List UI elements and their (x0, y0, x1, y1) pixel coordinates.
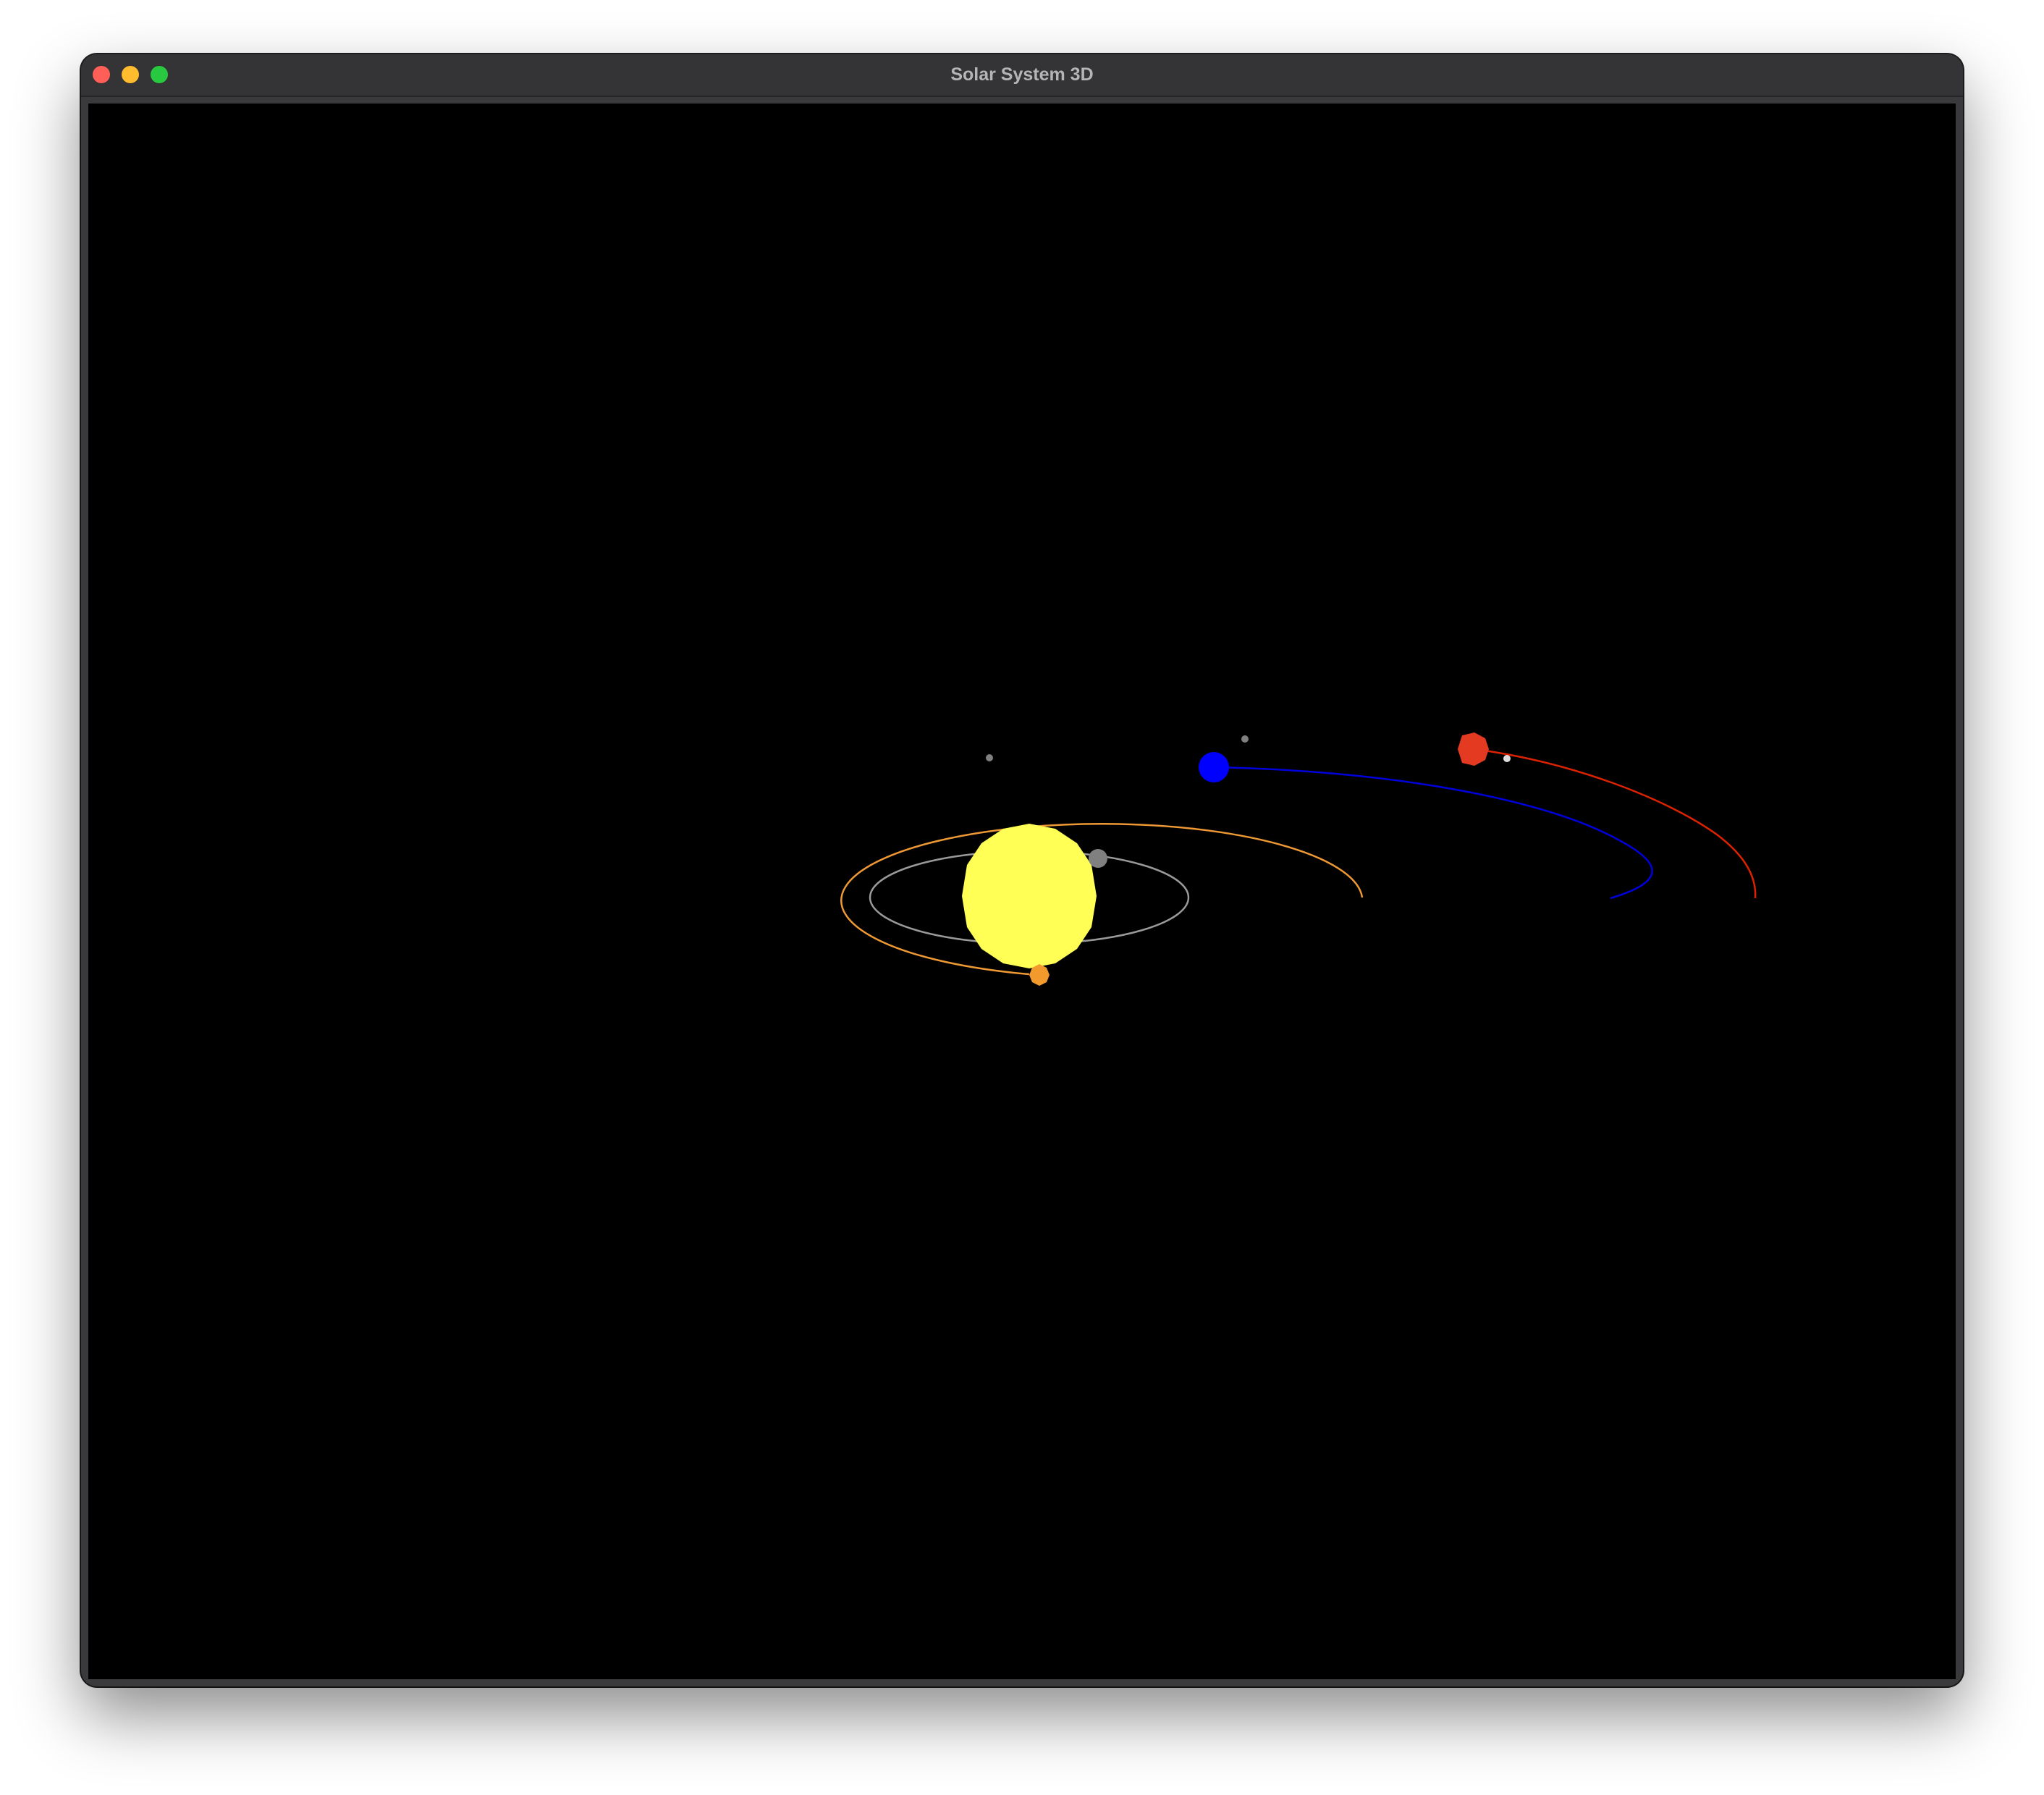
scene-canvas[interactable] (88, 104, 1956, 1679)
earth (1199, 752, 1229, 782)
window-title: Solar System 3D (950, 64, 1094, 85)
moon (1503, 755, 1511, 762)
app-window: Solar System 3D (81, 54, 1963, 1686)
title-bar[interactable]: Solar System 3D (81, 54, 1963, 97)
mercury (1089, 849, 1107, 868)
scene-svg (88, 104, 1956, 1679)
sun (962, 824, 1097, 968)
small-body-top (1241, 735, 1249, 743)
small-body-left (986, 754, 993, 761)
